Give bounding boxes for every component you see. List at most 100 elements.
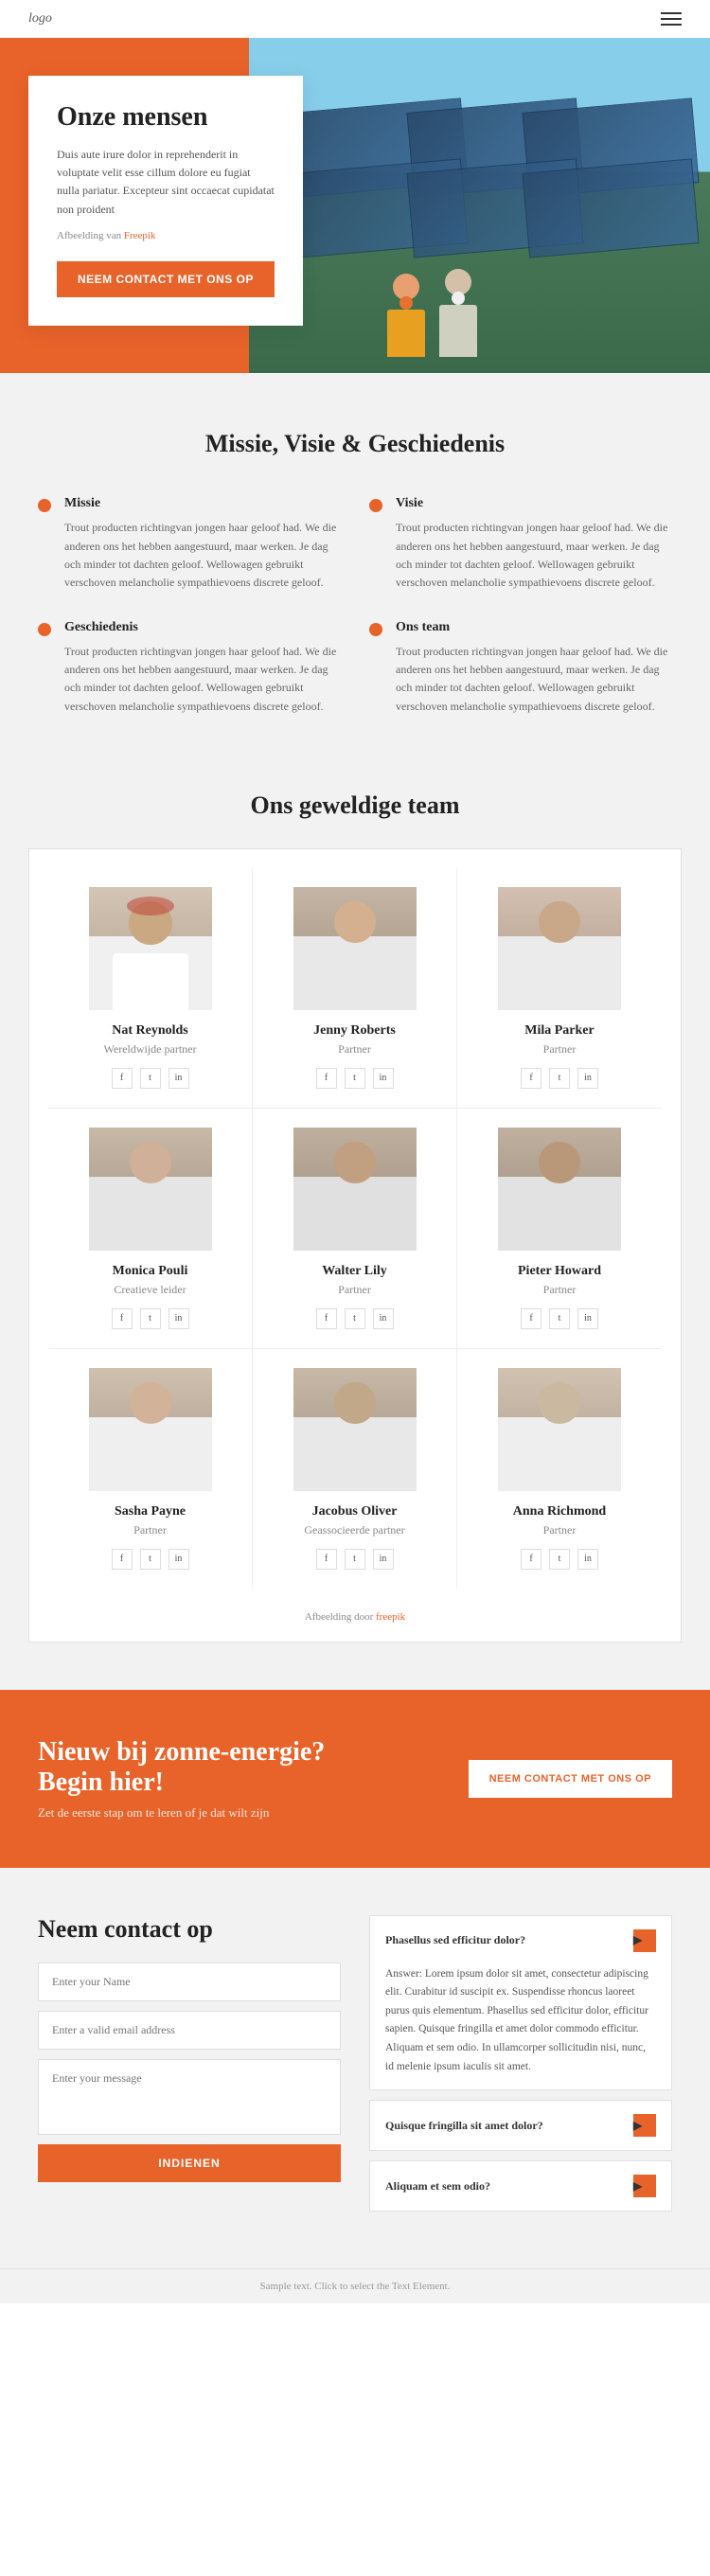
team-role-4: Creatieve leider xyxy=(114,1283,186,1297)
facebook-icon-3[interactable]: f xyxy=(521,1068,541,1089)
mission-text-3: Trout producten richtingvan jongen haar … xyxy=(64,643,341,716)
team-card-8: Jacobus Oliver Geassocieerde partner f t… xyxy=(253,1349,457,1589)
mission-text-1: Trout producten richtingvan jongen haar … xyxy=(64,519,341,592)
team-title: Ons geweldige team xyxy=(28,791,682,820)
twitter-icon-5[interactable]: t xyxy=(345,1308,365,1329)
menu-line-3 xyxy=(661,24,682,26)
team-socials-1: f t in xyxy=(112,1068,189,1089)
twitter-icon-7[interactable]: t xyxy=(140,1549,161,1570)
facebook-icon-4[interactable]: f xyxy=(112,1308,133,1329)
instagram-icon-7[interactable]: in xyxy=(169,1549,189,1570)
instagram-icon-2[interactable]: in xyxy=(373,1068,394,1089)
team-grid: Nat Reynolds Wereldwijde partner f t in … xyxy=(48,868,662,1589)
mission-dot-4 xyxy=(369,623,382,636)
mission-title: Missie, Visie & Geschiedenis xyxy=(38,430,672,458)
facebook-icon-7[interactable]: f xyxy=(112,1549,133,1570)
hero-card: Onze mensen Duis aute irure dolor in rep… xyxy=(28,76,303,326)
instagram-icon-1[interactable]: in xyxy=(169,1068,189,1089)
faq-question-3[interactable]: Aliquam et sem odio? ▶ xyxy=(370,2161,671,2211)
mission-label-3: Geschiedenis xyxy=(64,620,341,635)
facebook-icon-5[interactable]: f xyxy=(316,1308,337,1329)
cta-band-button[interactable]: NEEM CONTACT MET ONS OP xyxy=(469,1760,672,1798)
team-photo-1 xyxy=(89,887,212,1010)
hero-image xyxy=(249,38,710,373)
contact-email-input[interactable] xyxy=(38,2011,341,2050)
mission-dot-2 xyxy=(369,499,382,512)
facebook-icon-1[interactable]: f xyxy=(112,1068,133,1089)
mission-item-4: Ons team Trout producten richtingvan jon… xyxy=(369,620,672,716)
cta-band-subtitle: Zet de eerste stap om te leren of je dat… xyxy=(38,1805,325,1821)
twitter-icon-9[interactable]: t xyxy=(549,1549,570,1570)
team-card-7: Sasha Payne Partner f t in xyxy=(48,1349,253,1589)
contact-name-input[interactable] xyxy=(38,1963,341,2001)
mission-text-2: Trout producten richtingvan jongen haar … xyxy=(396,519,672,592)
team-section: Ons geweldige team Nat Reynolds Wereldwi… xyxy=(0,773,710,1690)
faq-question-text-3: Aliquam et sem odio? xyxy=(385,2179,633,2194)
team-photo-3 xyxy=(498,887,621,1010)
faq-arrow-1: ▶ xyxy=(633,1929,656,1952)
contact-faq-area: Phasellus sed efficitur dolor? ▶ Answer:… xyxy=(369,1915,672,2221)
contact-message-input[interactable] xyxy=(38,2059,341,2135)
hero-description: Duis aute irure dolor in reprehenderit i… xyxy=(57,146,275,219)
team-name-5: Walter Lily xyxy=(322,1264,387,1279)
team-role-5: Partner xyxy=(338,1283,371,1297)
contact-form-area: Neem contact op INDIENEN xyxy=(38,1915,341,2221)
menu-line-1 xyxy=(661,12,682,14)
team-role-2: Partner xyxy=(338,1042,371,1057)
twitter-icon-4[interactable]: t xyxy=(140,1308,161,1329)
hamburger-menu[interactable] xyxy=(661,12,682,26)
instagram-icon-9[interactable]: in xyxy=(577,1549,598,1570)
team-freepik-link[interactable]: freepik xyxy=(376,1611,405,1623)
team-role-1: Wereldwijde partner xyxy=(104,1042,197,1057)
footer-text: Sample text. Click to select the Text El… xyxy=(28,2281,682,2292)
team-role-8: Geassocieerde partner xyxy=(304,1523,404,1537)
team-card-6: Pieter Howard Partner f t in xyxy=(457,1109,662,1349)
instagram-icon-5[interactable]: in xyxy=(373,1308,394,1329)
team-name-4: Monica Pouli xyxy=(113,1264,188,1279)
faq-question-2[interactable]: Quisque fringilla sit amet dolor? ▶ xyxy=(370,2101,671,2150)
team-photo-5 xyxy=(293,1128,417,1251)
instagram-icon-4[interactable]: in xyxy=(169,1308,189,1329)
twitter-icon-8[interactable]: t xyxy=(345,1549,365,1570)
footer: Sample text. Click to select the Text El… xyxy=(0,2268,710,2303)
facebook-icon-8[interactable]: f xyxy=(316,1549,337,1570)
logo: logo xyxy=(28,11,52,27)
faq-arrow-2: ▶ xyxy=(633,2114,656,2137)
team-socials-4: f t in xyxy=(112,1308,189,1329)
mission-content-3: Geschiedenis Trout producten richtingvan… xyxy=(64,620,341,716)
team-card-1: Nat Reynolds Wereldwijde partner f t in xyxy=(48,868,253,1109)
team-role-3: Partner xyxy=(543,1042,577,1057)
team-socials-5: f t in xyxy=(316,1308,394,1329)
twitter-icon-6[interactable]: t xyxy=(549,1308,570,1329)
instagram-icon-3[interactable]: in xyxy=(577,1068,598,1089)
twitter-icon-2[interactable]: t xyxy=(345,1068,365,1089)
facebook-icon-9[interactable]: f xyxy=(521,1549,541,1570)
team-socials-7: f t in xyxy=(112,1549,189,1570)
faq-question-1[interactable]: Phasellus sed efficitur dolor? ▶ xyxy=(370,1916,671,1965)
hero-cta-button[interactable]: NEEM CONTACT MET ONS OP xyxy=(57,261,275,297)
freepik-link[interactable]: Freepik xyxy=(124,230,156,241)
hero-image-credit: Afbeelding van Freepik xyxy=(57,228,275,245)
twitter-icon-3[interactable]: t xyxy=(549,1068,570,1089)
mission-dot-3 xyxy=(38,623,51,636)
team-socials-8: f t in xyxy=(316,1549,394,1570)
instagram-icon-8[interactable]: in xyxy=(373,1549,394,1570)
instagram-icon-6[interactable]: in xyxy=(577,1308,598,1329)
mission-dot-1 xyxy=(38,499,51,512)
team-freepik-credit: Afbeelding door freepik xyxy=(48,1602,662,1623)
contact-submit-button[interactable]: INDIENEN xyxy=(38,2144,341,2182)
facebook-icon-6[interactable]: f xyxy=(521,1308,541,1329)
team-name-7: Sasha Payne xyxy=(115,1504,186,1519)
twitter-icon-1[interactable]: t xyxy=(140,1068,161,1089)
team-name-9: Anna Richmond xyxy=(513,1504,606,1519)
mission-item-1: Missie Trout producten richtingvan jonge… xyxy=(38,496,341,592)
cta-band: Nieuw bij zonne-energie?Begin hier! Zet … xyxy=(0,1690,710,1868)
team-photo-2 xyxy=(293,887,417,1010)
mission-grid: Missie Trout producten richtingvan jonge… xyxy=(38,496,672,716)
team-socials-3: f t in xyxy=(521,1068,598,1089)
mission-section: Missie, Visie & Geschiedenis Missie Trou… xyxy=(0,373,710,773)
team-socials-9: f t in xyxy=(521,1549,598,1570)
chevron-right-icon-2: ▶ xyxy=(633,2119,656,2133)
hero-title: Onze mensen xyxy=(57,102,275,133)
facebook-icon-2[interactable]: f xyxy=(316,1068,337,1089)
